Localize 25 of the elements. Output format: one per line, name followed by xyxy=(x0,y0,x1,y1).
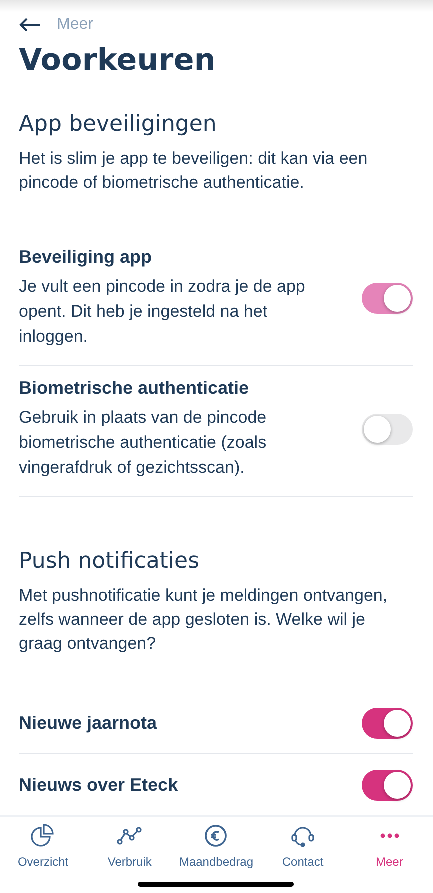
line-graph-icon xyxy=(116,826,143,846)
setting-description: Gebruik in plaats van de pincode biometrische authenticatie (zoals vingerafdruk of gezichtsscan). xyxy=(19,407,268,479)
section-heading: App beveiligingen xyxy=(19,112,218,137)
tab-button[interactable]: Overzicht xyxy=(0,823,87,869)
tab-button[interactable]: Meer xyxy=(346,823,433,869)
section-intro: Met pushnotificatie kunt je meldingen ontvangen, zelfs wanneer de app gesloten is. Welke wil je graag ontvangen? xyxy=(19,585,389,655)
toggle-switch[interactable] xyxy=(362,770,413,801)
back-arrow-icon[interactable] xyxy=(19,18,41,32)
pie-chart-icon xyxy=(31,824,56,848)
headset-icon xyxy=(291,824,316,848)
tab-button[interactable]: Contact xyxy=(260,823,346,869)
setting-title: Beveiliging app xyxy=(19,247,154,268)
section-heading: Push notificaties xyxy=(19,549,201,574)
setting-title: Nieuws over Eteck xyxy=(19,775,180,796)
page-title: Voorkeuren xyxy=(19,43,217,78)
toggle-switch[interactable] xyxy=(362,708,413,739)
tab-button[interactable]: Maandbedrag xyxy=(173,823,260,869)
setting-description: Je vult een pincode in zodra je de app opent. Dit heb je ingesteld na het inloggen. xyxy=(19,276,306,348)
toggle-switch[interactable] xyxy=(362,414,413,444)
setting-title: Biometrische authenticatie xyxy=(19,378,250,399)
section-intro: Het is slim je app te beveiligen: dit kan via een pincode of biometrische authenticatie. xyxy=(19,148,369,194)
more-dots-icon xyxy=(380,833,400,839)
setting-title: Nieuwe jaarnota xyxy=(19,713,158,734)
tab-button[interactable]: Verbruik xyxy=(86,823,174,869)
euro-coin-icon xyxy=(204,824,228,848)
